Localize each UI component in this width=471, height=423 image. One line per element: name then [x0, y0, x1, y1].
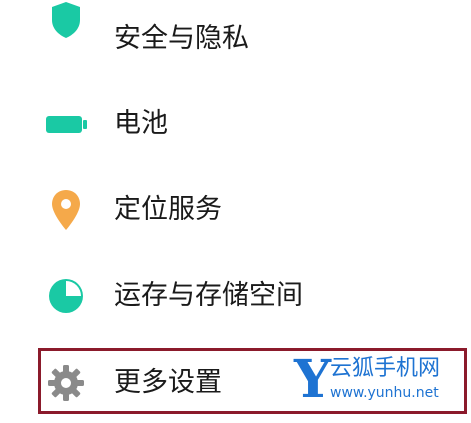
location-pin-icon — [42, 186, 90, 234]
shield-icon — [42, 0, 90, 44]
watermark-url: www.yunhu.net — [330, 385, 439, 401]
watermark-letter: Y — [294, 349, 332, 410]
settings-item-label: 定位服务 — [114, 194, 222, 225]
watermark-title: 云狐手机网 — [330, 356, 441, 381]
settings-item-label: 安全与隐私 — [114, 23, 249, 54]
settings-item-label: 运存与存储空间 — [114, 280, 303, 311]
settings-list: 安全与隐私 电池 定位服务 运存与存储空间 更多设置 Y 云狐手机网 www.y… — [0, 0, 471, 416]
pie-chart-icon — [42, 272, 90, 320]
settings-item-memory-storage[interactable]: 运存与存储空间 — [0, 256, 471, 336]
settings-item-label: 电池 — [114, 108, 168, 139]
battery-icon — [42, 100, 90, 148]
settings-item-security-privacy[interactable]: 安全与隐私 — [0, 0, 471, 80]
settings-item-battery[interactable]: 电池 — [0, 84, 471, 164]
watermark: Y 云狐手机网 www.yunhu.net — [290, 352, 465, 410]
settings-item-location[interactable]: 定位服务 — [0, 170, 471, 250]
